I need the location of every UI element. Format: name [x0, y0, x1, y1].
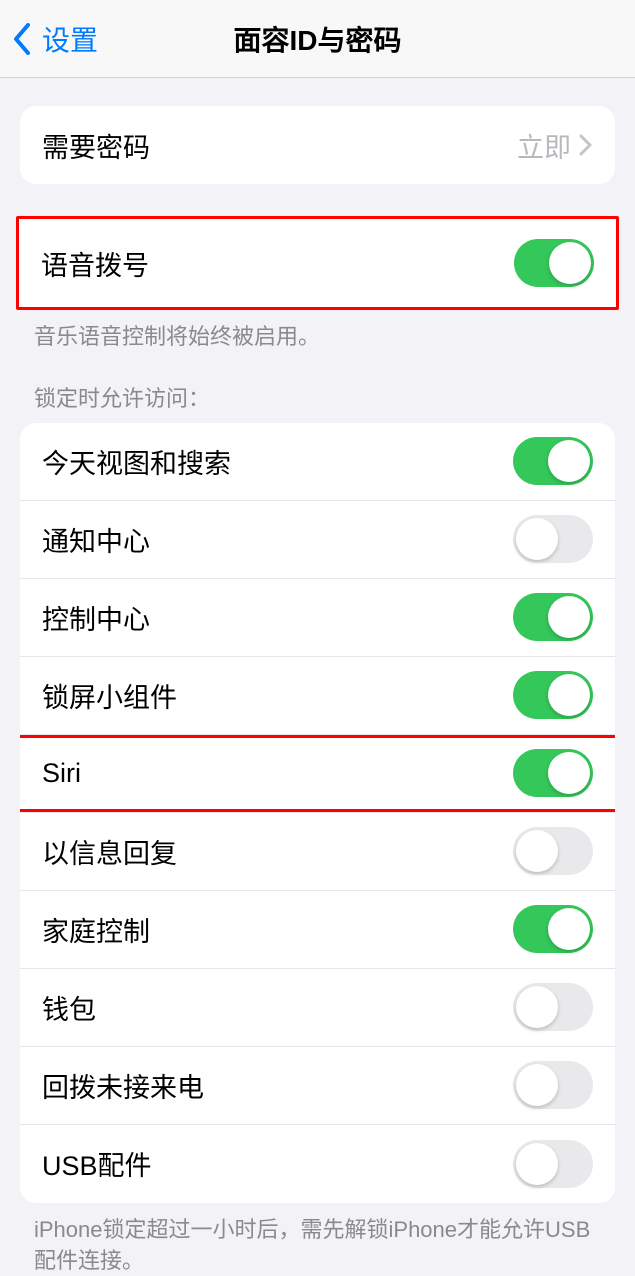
lock-access-toggle[interactable]: [513, 905, 593, 953]
lock-access-row[interactable]: 控制中心: [20, 579, 615, 657]
toggle-knob: [548, 752, 590, 794]
lock-access-toggle[interactable]: [513, 515, 593, 563]
voice-dial-section: 语音拨号: [19, 219, 616, 307]
lock-access-row[interactable]: Siri: [20, 735, 615, 813]
lock-access-label: USB配件: [42, 1144, 152, 1183]
toggle-knob: [548, 674, 590, 716]
toggle-knob: [549, 242, 591, 284]
lock-access-row[interactable]: 今天视图和搜索: [20, 423, 615, 501]
toggle-knob: [548, 908, 590, 950]
toggle-knob: [516, 1064, 558, 1106]
voice-dial-label: 语音拨号: [41, 244, 149, 283]
lock-access-row[interactable]: 锁屏小组件: [20, 657, 615, 735]
require-passcode-row[interactable]: 需要密码 立即: [20, 106, 615, 184]
voice-dial-highlight: 语音拨号: [16, 216, 619, 310]
lock-access-row[interactable]: 钱包: [20, 969, 615, 1047]
toggle-knob: [516, 1143, 558, 1185]
lock-access-toggle[interactable]: [513, 593, 593, 641]
lock-access-row[interactable]: USB配件: [20, 1125, 615, 1203]
lock-access-header: 锁定时允许访问：: [34, 381, 601, 413]
toggle-knob: [516, 986, 558, 1028]
lock-access-toggle[interactable]: [513, 1061, 593, 1109]
lock-access-label: 钱包: [42, 988, 96, 1027]
toggle-knob: [516, 830, 558, 872]
lock-access-row[interactable]: 通知中心: [20, 501, 615, 579]
lock-access-toggle[interactable]: [513, 983, 593, 1031]
voice-dial-toggle[interactable]: [514, 239, 594, 287]
lock-access-footer: iPhone锁定超过一小时后，需先解锁iPhone才能允许USB配件连接。: [34, 1215, 601, 1276]
require-passcode-value: 立即: [517, 126, 571, 165]
lock-access-label: Siri: [42, 758, 81, 789]
back-label: 设置: [42, 19, 98, 59]
lock-access-toggle[interactable]: [513, 437, 593, 485]
content-area: 需要密码 立即 语音拨号 音乐语音控制将始终被启用。 锁定时允许访问： 今天视图…: [0, 106, 635, 1276]
lock-access-toggle[interactable]: [513, 671, 593, 719]
lock-access-label: 回拨未接来电: [42, 1066, 204, 1105]
voice-dial-footer: 音乐语音控制将始终被启用。: [34, 322, 601, 353]
lock-access-label: 今天视图和搜索: [42, 442, 231, 481]
toggle-knob: [548, 440, 590, 482]
require-passcode-label: 需要密码: [42, 126, 150, 165]
voice-dial-row[interactable]: 语音拨号: [19, 219, 616, 307]
require-passcode-section: 需要密码 立即: [20, 106, 615, 184]
lock-access-toggle[interactable]: [513, 749, 593, 797]
lock-access-label: 控制中心: [42, 598, 150, 637]
lock-access-label: 以信息回复: [42, 832, 177, 871]
back-button[interactable]: 设置: [0, 19, 98, 59]
lock-access-label: 家庭控制: [42, 910, 150, 949]
require-passcode-value-group: 立即: [517, 126, 593, 165]
lock-access-row[interactable]: 回拨未接来电: [20, 1047, 615, 1125]
chevron-right-icon: [579, 134, 593, 156]
lock-access-section: 今天视图和搜索通知中心控制中心锁屏小组件 Siri 以信息回复家庭控制钱包回拨未接来…: [20, 423, 615, 1203]
nav-bar: 设置 面容ID与密码: [0, 0, 635, 78]
chevron-back-icon: [12, 23, 32, 55]
toggle-knob: [548, 596, 590, 638]
lock-access-toggle[interactable]: [513, 1140, 593, 1188]
lock-access-label: 锁屏小组件: [42, 676, 177, 715]
lock-access-row[interactable]: 家庭控制: [20, 891, 615, 969]
lock-access-row[interactable]: 以信息回复: [20, 813, 615, 891]
toggle-knob: [516, 518, 558, 560]
lock-access-toggle[interactable]: [513, 827, 593, 875]
lock-access-label: 通知中心: [42, 520, 150, 559]
